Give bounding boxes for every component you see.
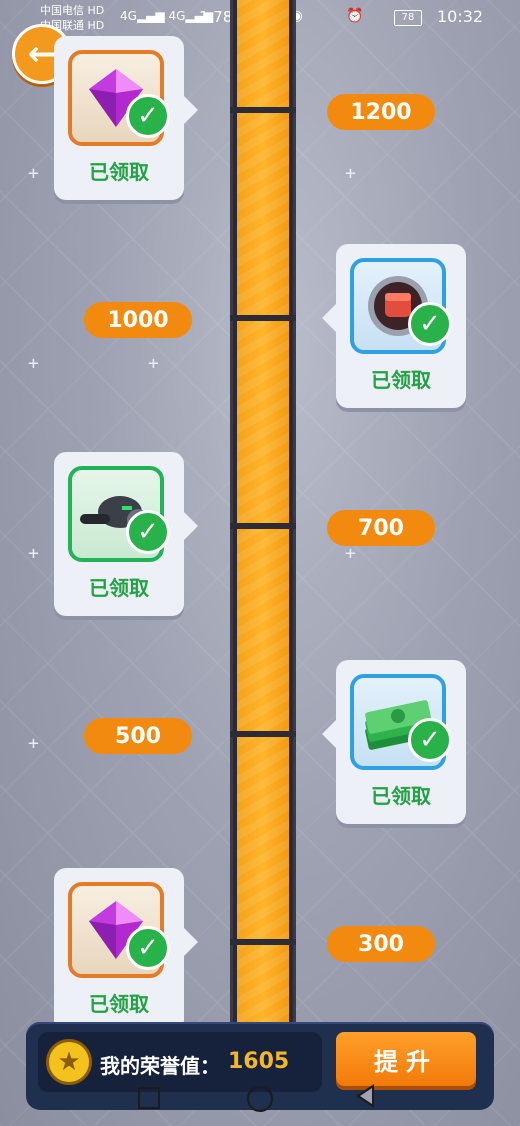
- claimed-label: 已领取: [371, 784, 431, 808]
- milestone-pill: 700: [327, 510, 435, 546]
- alarm-icon: ⏰: [346, 8, 368, 24]
- check-icon: ✓: [408, 302, 452, 346]
- battery-icon: 78: [394, 10, 422, 26]
- check-icon: ✓: [126, 510, 170, 554]
- claimed-label: 已领取: [371, 368, 431, 392]
- sparkle-icon: +: [28, 353, 39, 374]
- check-icon: ✓: [126, 94, 170, 138]
- track-divider: [230, 315, 296, 321]
- sparkle-icon: +: [345, 543, 356, 564]
- sparkle-icon: +: [345, 163, 356, 184]
- milestone-pill: 1200: [327, 94, 435, 130]
- track-divider: [230, 107, 296, 113]
- system-nav-bar: [0, 1070, 520, 1126]
- check-icon: ✓: [408, 718, 452, 762]
- sparkle-icon: +: [28, 733, 39, 754]
- home-icon[interactable]: [247, 1086, 273, 1112]
- progress-track: [230, 0, 296, 1030]
- recent-apps-icon[interactable]: [138, 1087, 160, 1109]
- milestone-pill: 300: [327, 926, 435, 962]
- sparkle-icon: +: [28, 543, 39, 564]
- claimed-label: 已领取: [89, 992, 149, 1016]
- reward-card[interactable]: ✓ 已领取: [54, 868, 198, 1032]
- claimed-label: 已领取: [89, 576, 149, 600]
- claimed-label: 已领取: [89, 160, 149, 184]
- sparkle-icon: +: [28, 163, 39, 184]
- progress-fill: [237, 0, 289, 1030]
- network-type: 4G: [120, 9, 137, 23]
- milestone-pill: 500: [84, 718, 192, 754]
- track-divider: [230, 523, 296, 529]
- reward-card[interactable]: ✓ 已领取: [322, 660, 466, 824]
- track-divider: [230, 939, 296, 945]
- carrier-primary: 中国电信: [40, 4, 84, 17]
- reward-card[interactable]: ✓ 已领取: [54, 36, 198, 200]
- network-type: 4G: [168, 9, 186, 23]
- clock: 10:32: [437, 7, 484, 26]
- hd-badge: HD: [87, 19, 105, 32]
- milestone-pill: 1000: [84, 302, 192, 338]
- hd-badge: HD: [87, 4, 105, 17]
- sparkle-icon: +: [148, 353, 159, 374]
- reward-card[interactable]: ✓ 已领取: [54, 452, 198, 616]
- reward-card[interactable]: ✓ 已领取: [322, 244, 466, 408]
- arrow-left-icon: ←: [27, 34, 57, 74]
- check-icon: ✓: [126, 926, 170, 970]
- track-divider: [230, 731, 296, 737]
- nav-back-icon[interactable]: [356, 1084, 374, 1108]
